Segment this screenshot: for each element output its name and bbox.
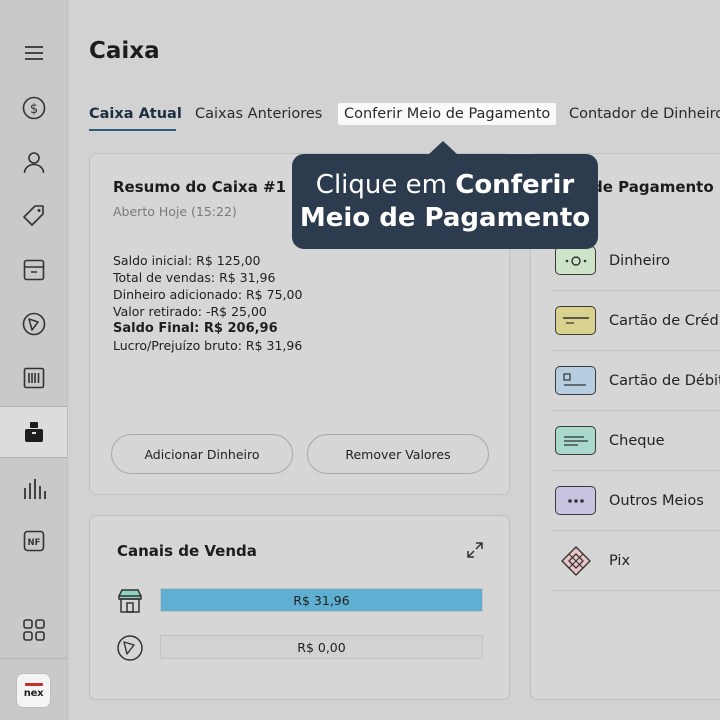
credit-card-icon bbox=[555, 306, 596, 335]
apps-grid-icon bbox=[22, 619, 45, 641]
sidebar-item-barcode[interactable] bbox=[0, 352, 67, 404]
tooltip-line-2: Meio de Pagamento bbox=[299, 202, 591, 233]
cash-register-icon bbox=[24, 422, 43, 442]
payment-row-credito[interactable]: Cartão de Créd bbox=[552, 291, 720, 351]
payment-label: Cartão de Débit bbox=[609, 372, 720, 389]
dots-icon bbox=[555, 486, 596, 515]
payment-row-pix[interactable]: Pix bbox=[552, 531, 720, 591]
cheque-icon bbox=[555, 426, 596, 455]
tooltip-arrow bbox=[428, 141, 458, 155]
payment-label: Outros Meios bbox=[609, 492, 704, 509]
channel-delivery-value: R$ 0,00 bbox=[297, 639, 346, 655]
sidebar: $ NF nex bbox=[0, 0, 68, 720]
sidebar-divider bbox=[0, 658, 67, 659]
active-tab-underline bbox=[89, 129, 176, 131]
lucro-prejuizo: Lucro/Prejuízo bruto: R$ 31,96 bbox=[113, 338, 303, 353]
sidebar-item-apps[interactable] bbox=[0, 604, 67, 656]
onboarding-tooltip: Clique em Conferir Meio de Pagamento bbox=[292, 154, 598, 249]
tooltip-text-bold: Conferir bbox=[455, 169, 575, 200]
svg-text:$: $ bbox=[29, 102, 37, 117]
payment-label: Pix bbox=[609, 552, 631, 569]
sidebar-item-delivery[interactable] bbox=[0, 298, 67, 350]
logo-bar bbox=[24, 682, 43, 686]
channel-bar-store: R$ 31,96 bbox=[160, 588, 483, 612]
tooltip-text: Clique em bbox=[315, 169, 456, 200]
tab-contador-dinheiro[interactable]: Contador de Dinheiro bbox=[569, 106, 720, 122]
sidebar-item-customers[interactable] bbox=[0, 136, 67, 188]
store-icon bbox=[118, 589, 142, 613]
add-money-button[interactable]: Adicionar Dinheiro bbox=[111, 434, 293, 474]
nf-document-icon: NF bbox=[23, 530, 44, 552]
page-title: Caixa bbox=[89, 38, 160, 64]
payment-row-debito[interactable]: Cartão de Débit bbox=[552, 351, 720, 411]
tooltip-line-1: Clique em Conferir bbox=[316, 169, 574, 202]
channels-title: Canais de Venda bbox=[117, 542, 257, 560]
tab-conferir-meio-pagamento[interactable]: Conferir Meio de Pagamento bbox=[338, 103, 557, 125]
payment-row-outros[interactable]: Outros Meios bbox=[552, 471, 720, 531]
valor-retirado: Valor retirado: -R$ 25,00 bbox=[113, 304, 267, 319]
summary-title: Resumo do Caixa #1 bbox=[113, 178, 287, 196]
summary-subtitle: Aberto Hoje (15:22) bbox=[113, 204, 237, 219]
dinheiro-adicionado: Dinheiro adicionado: R$ 75,00 bbox=[113, 287, 303, 302]
delivery-icon bbox=[117, 635, 143, 661]
delivery-icon bbox=[22, 312, 45, 336]
payments-title: de Pagamento bbox=[592, 178, 714, 196]
tag-icon bbox=[22, 205, 44, 226]
user-icon bbox=[23, 152, 44, 174]
payment-label: Cartão de Créd bbox=[609, 312, 719, 329]
total-vendas: Total de vendas: R$ 31,96 bbox=[113, 270, 276, 285]
store-icon bbox=[23, 259, 44, 281]
sidebar-item-cash-register[interactable] bbox=[0, 406, 67, 458]
channel-bar-delivery: R$ 0,00 bbox=[160, 635, 483, 659]
menu-button[interactable] bbox=[0, 27, 67, 79]
sidebar-item-finance[interactable]: $ bbox=[0, 82, 67, 134]
cash-icon bbox=[555, 246, 596, 275]
sidebar-item-nf[interactable]: NF bbox=[0, 515, 67, 567]
tab-caixa-atual[interactable]: Caixa Atual bbox=[89, 106, 182, 122]
dollar-circle-icon: $ bbox=[22, 96, 45, 120]
sidebar-item-reports[interactable] bbox=[0, 462, 67, 514]
sidebar-item-store[interactable] bbox=[0, 244, 67, 296]
saldo-final: Saldo Final: R$ 206,96 bbox=[113, 321, 278, 336]
menu-icon bbox=[24, 46, 43, 60]
pix-icon bbox=[555, 545, 596, 576]
payment-label: Cheque bbox=[609, 432, 665, 449]
barcode-icon bbox=[23, 367, 44, 389]
summary-lines: Saldo inicial: R$ 125,00 Total de vendas… bbox=[113, 252, 302, 354]
remove-values-button[interactable]: Remover Valores bbox=[307, 434, 489, 474]
payment-row-cheque[interactable]: Cheque bbox=[552, 411, 720, 471]
logo-text: nex bbox=[23, 687, 44, 699]
channel-store-value: R$ 31,96 bbox=[293, 592, 350, 608]
sidebar-item-products[interactable] bbox=[0, 190, 67, 242]
bar-chart-icon bbox=[23, 479, 46, 499]
saldo-inicial: Saldo inicial: R$ 125,00 bbox=[113, 253, 261, 268]
expand-icon[interactable] bbox=[466, 541, 484, 559]
nex-logo[interactable]: nex bbox=[16, 673, 51, 708]
debit-card-icon bbox=[555, 366, 596, 395]
tab-caixas-anteriores[interactable]: Caixas Anteriores bbox=[195, 106, 322, 122]
svg-text:NF: NF bbox=[27, 538, 40, 548]
payment-label: Dinheiro bbox=[609, 252, 671, 269]
sales-channels-card: Canais de Venda R$ 31,96 R$ 0,00 bbox=[89, 515, 510, 700]
